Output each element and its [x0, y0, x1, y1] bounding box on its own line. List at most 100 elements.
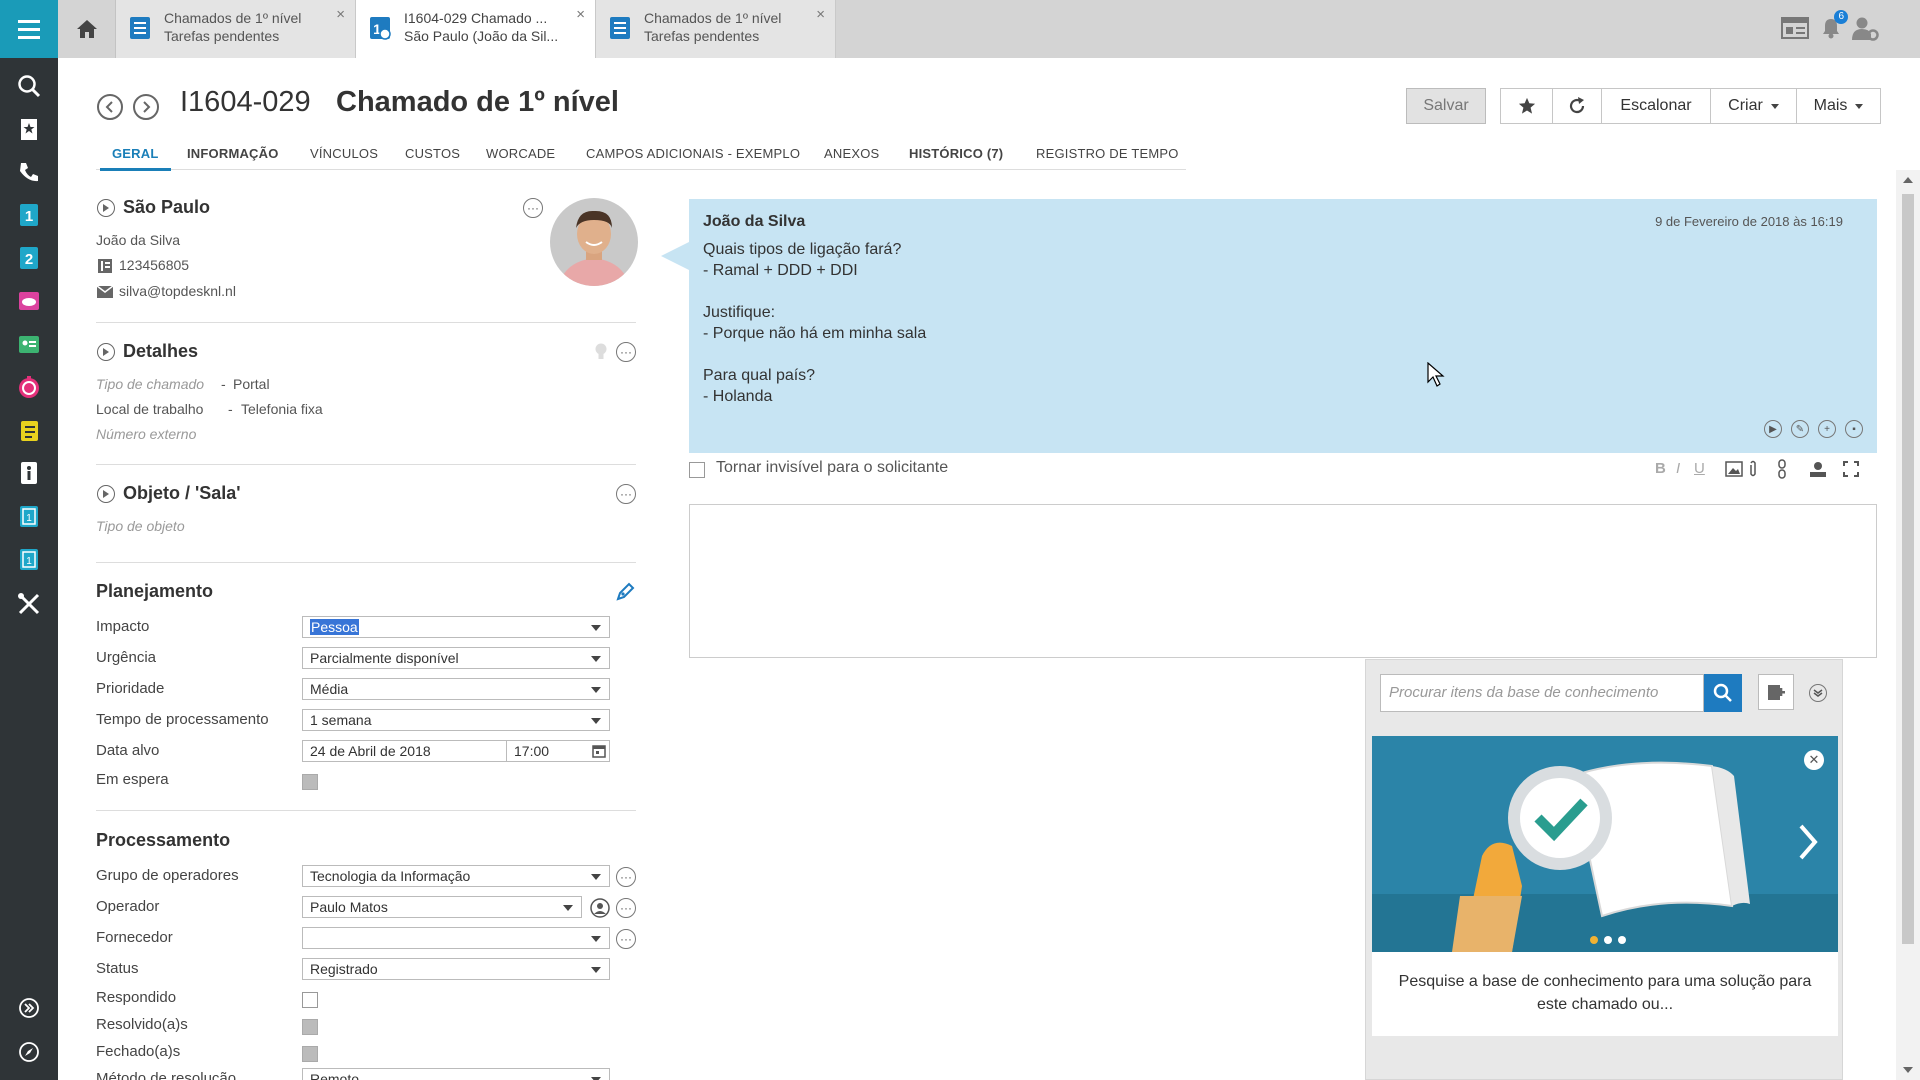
close-tab-icon[interactable]: ×	[576, 6, 585, 23]
tab-custos[interactable]: CUSTOS	[405, 146, 460, 161]
search-icon[interactable]	[15, 72, 43, 100]
carousel-dot[interactable]	[1604, 936, 1612, 944]
hamburger-menu-icon[interactable]	[0, 0, 58, 58]
kb-illustration	[1372, 736, 1838, 952]
carousel-dot[interactable]	[1618, 936, 1626, 944]
priority-select[interactable]: Média	[302, 678, 610, 700]
note-editor-textarea[interactable]	[689, 504, 1877, 658]
note-delete-icon[interactable]: ▪	[1845, 420, 1863, 438]
tab-registro-de-tempo[interactable]: REGISTRO DE TEMPO	[1036, 146, 1179, 161]
refresh-icon[interactable]	[1552, 88, 1602, 124]
escalate-button[interactable]: Escalonar	[1601, 88, 1711, 124]
report-2-icon[interactable]: 1	[15, 545, 43, 573]
expand-caller-icon[interactable]	[97, 199, 115, 217]
kb-new-item-button[interactable]	[1758, 674, 1794, 710]
expand-icon[interactable]	[15, 994, 43, 1022]
calendar-icon[interactable]	[592, 744, 606, 758]
kb-search-input[interactable]: Procurar itens da base de conhecimento	[1380, 674, 1704, 712]
note-add-icon[interactable]: +	[1818, 420, 1836, 438]
kb-search-button[interactable]	[1704, 674, 1742, 712]
status-select[interactable]: Registrado	[302, 958, 610, 980]
expand-object-icon[interactable]	[97, 485, 115, 503]
favorite-star-icon[interactable]	[1500, 88, 1553, 124]
carousel-dot-active[interactable]	[1590, 936, 1598, 944]
operator-select[interactable]: Paulo Matos	[302, 896, 582, 918]
note-play-icon[interactable]: ▶	[1764, 420, 1782, 438]
tools-icon[interactable]	[15, 590, 43, 618]
supplier-more-icon[interactable]: ···	[616, 929, 636, 949]
close-tab-icon[interactable]: ×	[336, 6, 345, 23]
checklist-icon[interactable]	[15, 416, 43, 444]
previous-record-icon[interactable]	[97, 94, 123, 120]
duration-select[interactable]: 1 semana	[302, 709, 610, 731]
more-dropdown-button[interactable]: Mais	[1796, 88, 1881, 124]
carousel-next-icon[interactable]	[1798, 824, 1818, 860]
close-tab-icon[interactable]: ×	[816, 6, 825, 23]
planning-pen-icon[interactable]	[615, 582, 635, 602]
attachment-icon[interactable]	[1747, 459, 1759, 479]
scrollbar-thumb[interactable]	[1902, 194, 1914, 944]
operator-group-select[interactable]: Tecnologia da Informação	[302, 865, 610, 887]
report-1-icon[interactable]: 1	[15, 502, 43, 530]
save-button[interactable]: Salvar	[1406, 88, 1486, 124]
tab-incident-I1604-029[interactable]: 1 I1604-029 Chamado ... São Paulo (João …	[356, 0, 596, 58]
object-more-options-icon[interactable]: ···	[616, 484, 636, 504]
notifications-bell-icon[interactable]: 6	[1816, 10, 1848, 42]
tab-historico[interactable]: HISTÓRICO (7)	[909, 146, 1003, 161]
cloud-icon[interactable]	[15, 287, 43, 315]
details-more-options-icon[interactable]: ···	[616, 342, 636, 362]
create-dropdown-button[interactable]: Criar	[1710, 88, 1797, 124]
next-record-icon[interactable]	[133, 94, 159, 120]
second-line-icon[interactable]: 2	[15, 244, 43, 272]
operator-person-icon[interactable]	[590, 898, 610, 918]
tab-worcade[interactable]: WORCADE	[486, 146, 555, 161]
home-icon[interactable]	[58, 0, 116, 58]
tab-pending-tasks-1[interactable]: Chamados de 1º nível Tarefas pendentes ×	[116, 0, 356, 58]
bold-button[interactable]: B	[1655, 460, 1666, 477]
page-scrollbar[interactable]	[1896, 170, 1920, 1080]
phone-icon[interactable]	[15, 158, 43, 186]
timer-icon[interactable]	[15, 373, 43, 401]
operator-group-more-icon[interactable]: ···	[616, 867, 636, 887]
user-settings-icon[interactable]	[1850, 14, 1880, 42]
tab-informacao[interactable]: INFORMAÇÃO	[187, 146, 279, 161]
close-card-icon[interactable]: ✕	[1804, 750, 1824, 770]
info-icon[interactable]	[15, 459, 43, 487]
target-time-input[interactable]: 17:00	[506, 740, 610, 762]
resolved-checkbox[interactable]	[302, 1019, 318, 1035]
responded-checkbox[interactable]	[302, 992, 318, 1008]
fullscreen-icon[interactable]	[1843, 461, 1859, 477]
external-number-label: Número externo	[96, 426, 197, 442]
underline-button[interactable]: U	[1694, 460, 1705, 477]
on-hold-checkbox[interactable]	[302, 774, 318, 790]
impact-select[interactable]: Pessoa	[302, 616, 610, 638]
expand-details-icon[interactable]	[97, 343, 115, 361]
tab-geral[interactable]: GERAL	[100, 146, 170, 171]
insert-image-icon[interactable]	[1725, 461, 1743, 477]
bookmark-icon[interactable]	[15, 115, 43, 143]
resolution-method-select[interactable]: Remoto	[302, 1068, 610, 1080]
tab-vinculos[interactable]: VÍNCULOS	[310, 146, 378, 161]
urgency-select[interactable]: Parcialmente disponível	[302, 647, 610, 669]
supplier-select[interactable]	[302, 927, 610, 949]
caller-more-options-icon[interactable]: ···	[523, 198, 543, 218]
dashboard-icon[interactable]	[1780, 14, 1810, 42]
collapse-panel-icon[interactable]	[1809, 684, 1827, 702]
italic-button[interactable]: I	[1676, 460, 1680, 477]
contract-icon[interactable]	[15, 330, 43, 358]
closed-checkbox[interactable]	[302, 1046, 318, 1062]
scroll-down-icon[interactable]	[1902, 1066, 1914, 1074]
divider	[96, 562, 636, 563]
invisible-to-caller-checkbox[interactable]	[689, 462, 705, 478]
upload-icon[interactable]	[1809, 460, 1827, 478]
compass-icon[interactable]	[15, 1038, 43, 1066]
note-edit-icon[interactable]: ✎	[1791, 420, 1809, 438]
tab-pending-tasks-2[interactable]: Chamados de 1º nível Tarefas pendentes ×	[596, 0, 836, 58]
tab-anexos[interactable]: ANEXOS	[824, 146, 879, 161]
operator-more-icon[interactable]: ···	[616, 898, 636, 918]
link-icon[interactable]	[1777, 459, 1787, 479]
tab-campos-adicionais[interactable]: CAMPOS ADICIONAIS - EXEMPLO	[586, 146, 800, 161]
scroll-up-icon[interactable]	[1902, 176, 1914, 184]
target-date-input[interactable]: 24 de Abril de 2018	[302, 740, 507, 762]
first-line-icon[interactable]: 1	[15, 201, 43, 229]
